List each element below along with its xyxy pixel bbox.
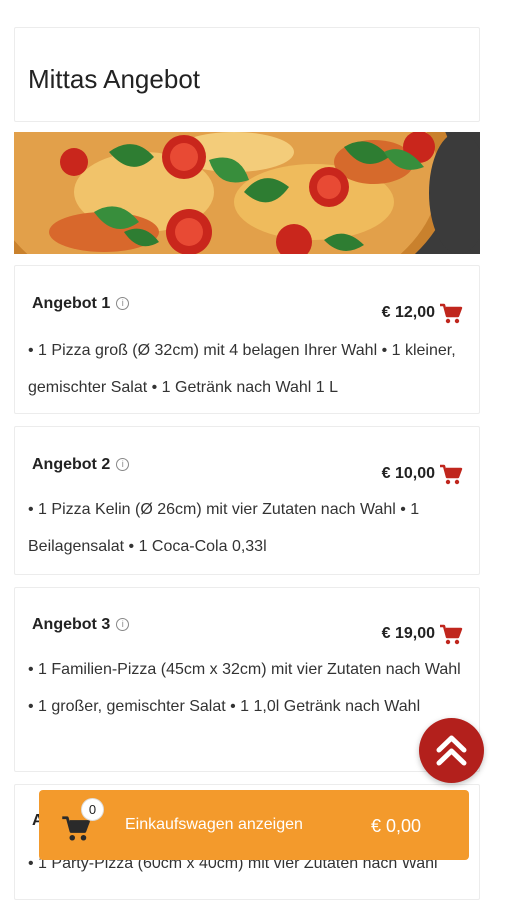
cart-count-badge: 0 [81, 798, 104, 821]
offer-description: • 1 Pizza groß (Ø 32cm) mit 4 belagen Ih… [28, 342, 456, 396]
page-title: Mittas Angebot [28, 64, 200, 94]
offer-title-text: Angebot 3 [32, 616, 111, 633]
title-card: Mittas Angebot [14, 27, 480, 122]
cart-label: Einkaufswagen anzeigen [125, 816, 303, 833]
info-icon[interactable]: i [116, 458, 130, 471]
offer-title: Angebot 1 i [32, 295, 130, 313]
info-icon[interactable]: i [116, 297, 130, 310]
offer-title-text: Angebot 1 [32, 295, 111, 312]
offer-title-text: Angebot 2 [32, 456, 111, 473]
offer-price: € 10,00 [381, 465, 435, 482]
cart-icon[interactable] [439, 464, 463, 486]
cart-icon[interactable] [439, 624, 463, 646]
double-chevron-up-icon [436, 735, 467, 766]
scroll-top-button[interactable] [419, 718, 484, 783]
info-icon[interactable]: i [116, 618, 130, 631]
offer-title: Angebot 3 i [32, 616, 130, 634]
pizza-banner-image [14, 132, 480, 254]
cart-icon[interactable] [439, 303, 463, 325]
offer-description: • 1 Familien-Pizza (45cm x 32cm) mit vie… [28, 661, 461, 715]
offer-description: • 1 Pizza Kelin (Ø 26cm) mit vier Zutate… [28, 501, 420, 555]
offer-price: € 12,00 [381, 304, 435, 321]
view-cart-button[interactable]: 0 Einkaufswagen anzeigen € 0,00 [39, 790, 469, 860]
offer-title: Angebot 2 i [32, 456, 130, 474]
cart-total: € 0,00 [370, 816, 421, 836]
offer-card-3[interactable]: Angebot 3 i € 19,00 • 1 Familien-Pizza (4… [14, 587, 480, 772]
offer-price: € 19,00 [381, 625, 435, 642]
offer-card-2[interactable]: Angebot 2 i € 10,00 • 1 Pizza Kelin (Ø 26… [14, 426, 480, 575]
offer-card-1[interactable]: Angebot 1 i € 12,00 • 1 Pizza groß (Ø 32c… [14, 265, 480, 414]
